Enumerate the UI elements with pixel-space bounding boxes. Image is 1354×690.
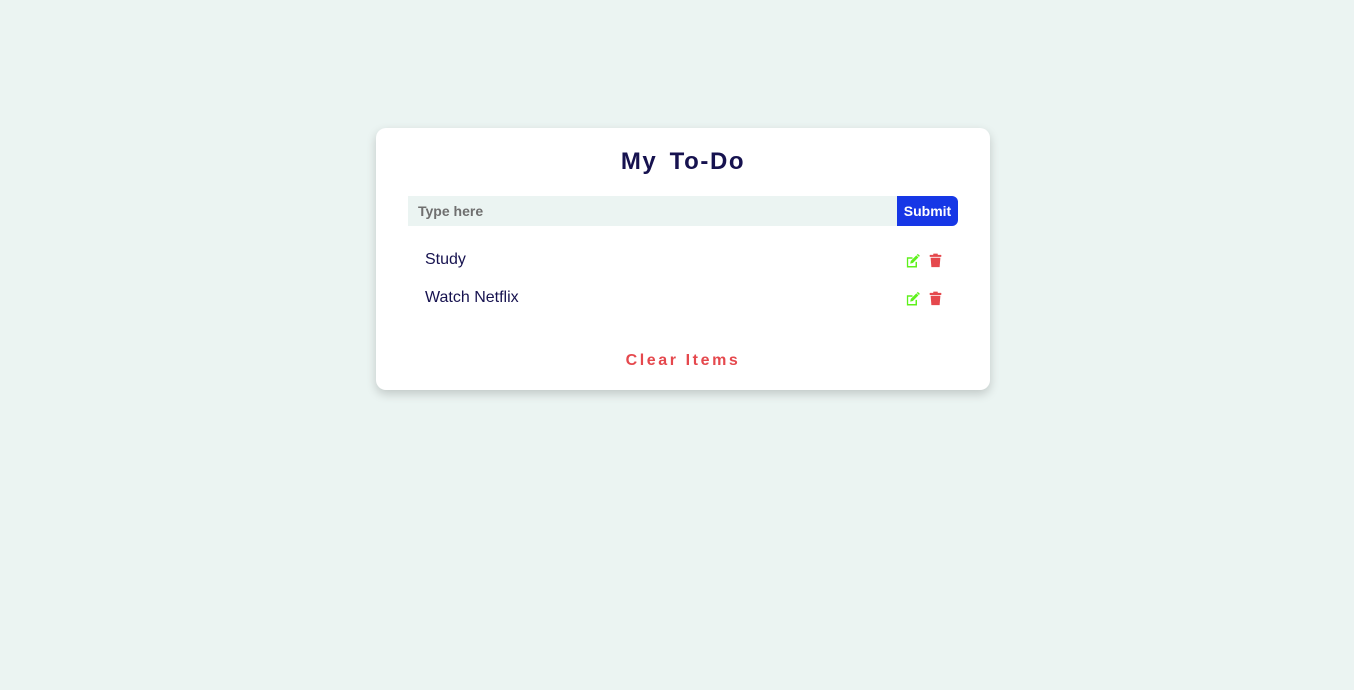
trash-icon[interactable] bbox=[928, 291, 943, 306]
list-item-text: Watch Netflix bbox=[425, 289, 519, 306]
todo-input[interactable] bbox=[408, 196, 897, 226]
page-title: My To-Do bbox=[620, 148, 746, 175]
todo-form: Submit bbox=[408, 196, 958, 226]
item-actions bbox=[905, 253, 943, 268]
list-item-text: Study bbox=[425, 251, 466, 268]
submit-button[interactable]: Submit bbox=[897, 196, 958, 226]
todo-card: My To-Do Submit Study bbox=[376, 128, 990, 390]
edit-icon[interactable] bbox=[905, 291, 920, 306]
clear-items-button[interactable]: Clear Items bbox=[376, 351, 990, 371]
todo-list: Study Watch Netflix bbox=[425, 248, 943, 324]
edit-icon[interactable] bbox=[905, 253, 920, 268]
list-item: Watch Netflix bbox=[425, 286, 943, 324]
list-item: Study bbox=[425, 248, 943, 286]
item-actions bbox=[905, 291, 943, 306]
trash-icon[interactable] bbox=[928, 253, 943, 268]
